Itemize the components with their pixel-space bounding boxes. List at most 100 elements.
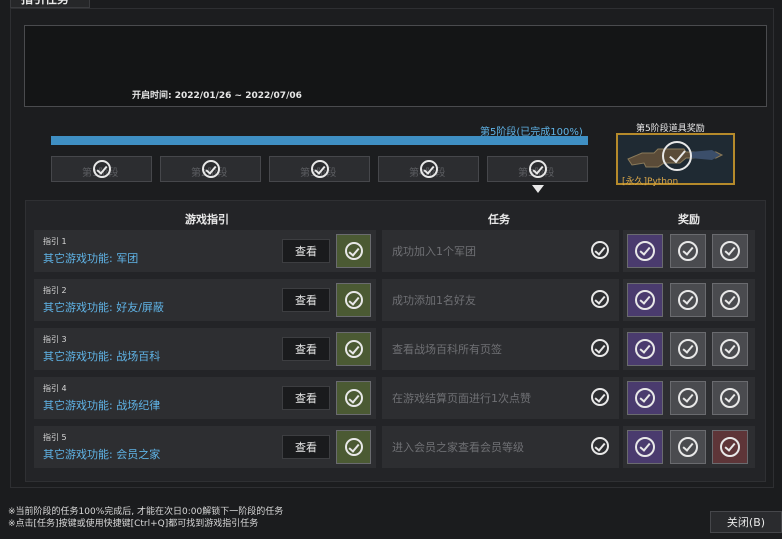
task-text: 进入会员之家查看会员等级 — [392, 441, 524, 454]
check-circle-icon — [720, 437, 740, 457]
check-circle-icon — [678, 241, 698, 261]
guide-name: 其它游戏功能: 会员之家 — [43, 448, 161, 461]
check-circle-icon — [635, 290, 655, 310]
guide-name: 其它游戏功能: 军团 — [43, 252, 139, 265]
task-cell[interactable]: 进入会员之家查看会员等级 — [382, 426, 619, 468]
check-circle-icon — [635, 437, 655, 457]
guide-badge-icon — [336, 332, 371, 366]
task-cell[interactable]: 查看战场百科所有页签 — [382, 328, 619, 370]
guide-number: 指引 5 — [43, 433, 67, 442]
guide-cell: 指引 4 其它游戏功能: 战场纪律 查看 — [34, 377, 376, 419]
view-button[interactable]: 查看 — [282, 386, 330, 410]
reward-item-icon[interactable] — [712, 283, 748, 317]
reward-item-icon[interactable] — [712, 381, 748, 415]
reward-item-icon[interactable] — [627, 381, 663, 415]
table-row: 指引 5 其它游戏功能: 会员之家 查看 进入会员之家查看会员等级 — [34, 426, 755, 468]
stage-button-4[interactable]: 第4阶段 — [378, 156, 479, 182]
check-circle-icon — [344, 340, 363, 358]
stage-button-3[interactable]: 第3阶段 — [269, 156, 370, 182]
reward-cell — [623, 279, 755, 321]
check-circle-icon — [528, 160, 547, 178]
reward-item-icon[interactable] — [670, 430, 706, 464]
current-stage-pointer-icon — [532, 185, 544, 193]
stage-button-2[interactable]: 第2阶段 — [160, 156, 261, 182]
guide-name: 其它游戏功能: 战场百科 — [43, 350, 161, 363]
check-circle-icon — [678, 388, 698, 408]
guide-name: 其它游戏功能: 战场纪律 — [43, 399, 161, 412]
check-circle-icon — [678, 339, 698, 359]
stage-reward-card[interactable]: [永久]Python — [616, 133, 735, 187]
guide-badge-icon — [336, 430, 371, 464]
task-text: 成功加入1个军团 — [392, 245, 476, 258]
guide-number: 指引 1 — [43, 237, 67, 246]
task-cell[interactable]: 成功添加1名好友 — [382, 279, 619, 321]
footer-note-2: ※点击[任务]按键或使用快捷键[Ctrl+Q]都可找到游戏指引任务 — [8, 519, 259, 529]
check-circle-icon — [591, 388, 609, 406]
reward-item-icon[interactable] — [670, 234, 706, 268]
close-button[interactable]: 关闭(B) — [710, 511, 782, 533]
check-circle-icon — [678, 290, 698, 310]
reward-item-icon[interactable] — [627, 430, 663, 464]
check-circle-icon — [720, 388, 740, 408]
check-circle-icon — [591, 290, 609, 308]
guide-badge-icon — [336, 283, 371, 317]
check-circle-icon — [344, 291, 363, 309]
check-circle-icon — [720, 290, 740, 310]
view-button[interactable]: 查看 — [282, 337, 330, 361]
guide-number: 指引 2 — [43, 286, 67, 295]
reward-cell — [623, 230, 755, 272]
check-circle-icon — [591, 339, 609, 357]
reward-item-icon[interactable] — [670, 381, 706, 415]
guide-name: 其它游戏功能: 好友/屏蔽 — [43, 301, 164, 314]
reward-item-icon[interactable] — [627, 332, 663, 366]
reward-item-icon[interactable] — [670, 283, 706, 317]
guide-cell: 指引 3 其它游戏功能: 战场百科 查看 — [34, 328, 376, 370]
window-title: 指引任务 — [10, 0, 90, 8]
check-circle-icon — [635, 241, 655, 261]
reward-cell — [623, 377, 755, 419]
stage-button-5[interactable]: 第5阶段 — [487, 156, 588, 182]
table-row: 指引 3 其它游戏功能: 战场百科 查看 查看战场百科所有页签 — [34, 328, 755, 370]
check-circle-icon — [344, 242, 363, 260]
check-circle-icon — [591, 437, 609, 455]
guide-cell: 指引 1 其它游戏功能: 军团 查看 — [34, 230, 376, 272]
task-text: 在游戏结算页面进行1次点赞 — [392, 392, 531, 405]
reward-item-icon[interactable] — [627, 283, 663, 317]
check-circle-icon — [720, 339, 740, 359]
reward-cell — [623, 328, 755, 370]
stage-reward-name: [永久]Python — [622, 177, 679, 187]
check-circle-icon — [635, 388, 655, 408]
check-circle-icon — [92, 160, 111, 178]
table-row: 指引 1 其它游戏功能: 军团 查看 成功加入1个军团 — [34, 230, 755, 272]
reward-item-icon[interactable] — [670, 332, 706, 366]
reward-item-icon[interactable] — [712, 234, 748, 268]
reward-cell — [623, 426, 755, 468]
stage-progress-fill — [51, 136, 588, 145]
check-circle-icon — [310, 160, 329, 178]
header-reward: 奖励 — [678, 213, 700, 226]
reward-item-icon[interactable] — [712, 332, 748, 366]
reward-item-icon[interactable] — [712, 430, 748, 464]
guide-cell: 指引 5 其它游戏功能: 会员之家 查看 — [34, 426, 376, 468]
guide-number: 指引 4 — [43, 384, 67, 393]
task-cell[interactable]: 在游戏结算页面进行1次点赞 — [382, 377, 619, 419]
guide-badge-icon — [336, 234, 371, 268]
check-circle-icon — [635, 339, 655, 359]
guide-number: 指引 3 — [43, 335, 67, 344]
task-text: 成功添加1名好友 — [392, 294, 476, 307]
stage-button-1[interactable]: 第1阶段 — [51, 156, 152, 182]
check-circle-icon — [344, 438, 363, 456]
check-circle-icon — [591, 241, 609, 259]
check-circle-icon — [419, 160, 438, 178]
table-row: 指引 2 其它游戏功能: 好友/屏蔽 查看 成功添加1名好友 — [34, 279, 755, 321]
guide-cell: 指引 2 其它游戏功能: 好友/屏蔽 查看 — [34, 279, 376, 321]
check-circle-icon — [720, 241, 740, 261]
view-button[interactable]: 查看 — [282, 435, 330, 459]
table-row: 指引 4 其它游戏功能: 战场纪律 查看 在游戏结算页面进行1次点赞 — [34, 377, 755, 419]
stage-progress-bar — [51, 136, 588, 145]
view-button[interactable]: 查看 — [282, 288, 330, 312]
view-button[interactable]: 查看 — [282, 239, 330, 263]
guide-badge-icon — [336, 381, 371, 415]
reward-item-icon[interactable] — [627, 234, 663, 268]
task-cell[interactable]: 成功加入1个军团 — [382, 230, 619, 272]
